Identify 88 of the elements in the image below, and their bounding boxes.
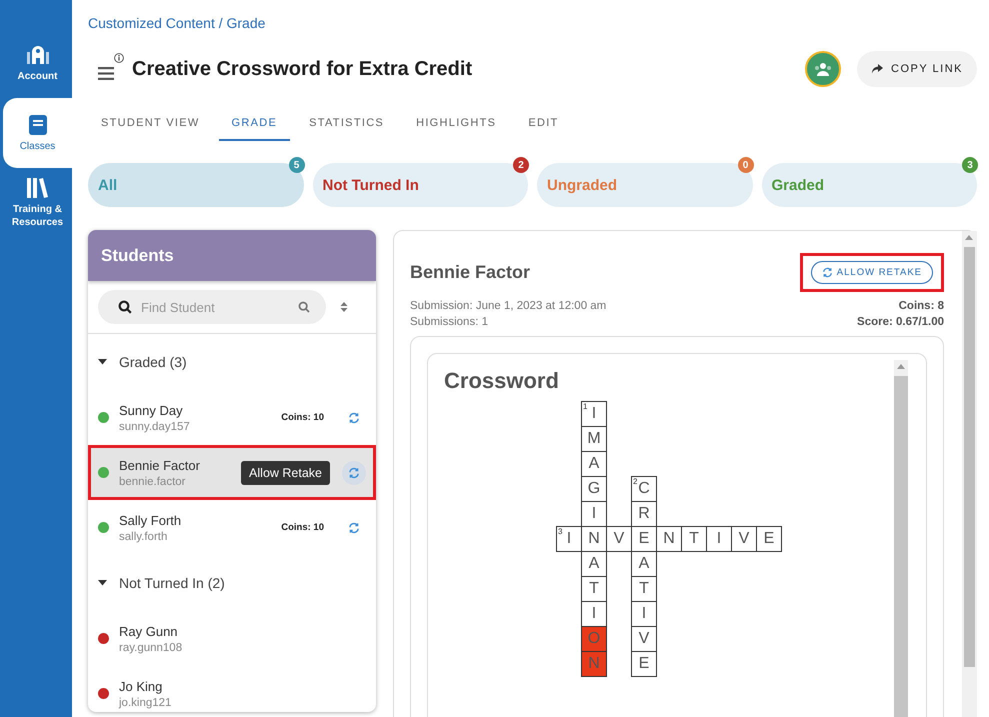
tab[interactable]: STUDENT VIEW [88,107,213,141]
tab[interactable]: GRADE [218,107,290,141]
tab[interactable]: HIGHLIGHTS [403,107,510,141]
student-username: bennie.factor [119,476,186,488]
coins-label: Coins: 10 [281,412,324,423]
info-icon[interactable] [114,52,124,62]
crossword-cell[interactable]: I [631,601,657,627]
page-title: Creative Crossword for Extra Credit [132,58,474,80]
refresh-icon [348,412,360,424]
crossword-cell[interactable]: 3 I [556,526,582,552]
student-name: Sally Forth [119,512,182,528]
tab[interactable]: EDIT [515,107,572,141]
count-badge: 5 [288,157,304,173]
crossword-cell[interactable]: V [731,526,757,552]
caret-icon[interactable] [98,359,107,365]
crossword-cell[interactable]: E [631,651,657,677]
student-name: Bennie Factor [119,458,201,472]
crossword-cell[interactable]: E [756,526,782,552]
student-name: Jo King [119,678,164,694]
student-name: Ray Gunn [119,624,179,638]
breadcrumb[interactable]: Customized Content / Grade [88,15,977,35]
group-icon [813,61,833,77]
tooltip: Allow Retake [241,460,330,484]
sidebar-item[interactable]: Account [3,28,72,98]
retake-button[interactable] [342,460,366,484]
search-icon [118,300,132,314]
crossword-cell[interactable]: 1 I [581,401,607,427]
search-icon[interactable] [298,301,310,313]
sidebar-item[interactable]: Training & Resources [3,168,72,238]
copy-link-button[interactable]: COPY LINK [857,51,977,87]
score-label: Score: 0.67/1.00 [857,316,944,328]
student-row[interactable]: Sally Forth sally.forth Coins: 10 [88,500,376,555]
crossword-cell[interactable]: N [656,526,682,552]
crossword-cell[interactable]: A [581,551,607,577]
scrollbar[interactable] [894,360,908,717]
class-avatar[interactable] [805,51,841,87]
crossword-cell[interactable]: T [681,526,707,552]
caret-icon[interactable] [98,580,107,586]
menu-icon[interactable] [98,66,114,80]
crossword-cell[interactable]: V [606,526,632,552]
student-row[interactable]: Bennie Factor bennie.factor Allow Retake [88,445,376,500]
student-name: Sunny Day [119,402,184,418]
student-row[interactable]: Sunny Day sunny.day157 Coins: 10 [88,390,376,445]
clue-number: 3 [558,527,562,536]
search-field[interactable]: Find Student [98,290,326,324]
crossword-cell[interactable]: I [581,501,607,527]
book-icon [28,114,48,136]
books-icon [26,177,50,199]
student-username: sally.forth [119,530,168,542]
allow-retake-button[interactable]: ALLOW RETAKE [810,261,933,284]
crossword-cell[interactable]: I [706,526,732,552]
group-label[interactable]: Not Turned In (2) [119,575,225,591]
submission-count: Submissions: 1 [410,316,489,328]
crossword-cell[interactable]: A [631,551,657,577]
coins-label: Coins: 10 [281,522,324,533]
student-heading: Bennie Factor [410,262,530,283]
count-badge: 2 [513,157,529,173]
crossword-title: Crossword [444,368,560,394]
panel-title: Students [101,246,174,266]
crossword-cell[interactable]: T [581,576,607,602]
school-icon [26,44,50,66]
student-username: ray.gunn108 [119,642,184,654]
crossword-cell[interactable]: I [581,601,607,627]
sidebar-item[interactable]: Classes [3,98,72,168]
share-icon [871,64,883,74]
student-row[interactable]: Ray Gunn ray.gunn108 [88,611,376,666]
crossword-cell[interactable]: R [631,501,657,527]
scrollbar[interactable] [962,231,977,717]
group-label[interactable]: Graded (3) [119,354,187,370]
student-username: jo.king121 [119,696,172,708]
sort-icon[interactable] [340,301,348,313]
refresh-icon [348,522,360,534]
submission-date: Submission: June 1, 2023 at 12:00 am [410,300,606,312]
crossword-cell[interactable]: A [581,451,607,477]
refresh-icon [822,267,833,278]
student-row[interactable]: Jo King jo.king121 [88,666,376,712]
crossword-cell[interactable]: T [631,576,657,602]
coins-label: Coins: 8 [898,300,944,312]
crossword-cell[interactable]: M [581,426,607,452]
count-badge: 3 [962,157,978,173]
refresh-icon [348,466,360,478]
count-badge: 0 [738,157,754,173]
student-username: sunny.day157 [119,420,191,432]
crossword-cell[interactable]: G [581,476,607,502]
clue-number: 2 [633,477,638,486]
crossword-cell[interactable]: V [631,626,657,652]
tab[interactable]: STATISTICS [296,107,398,141]
clue-number: 1 [583,402,588,411]
